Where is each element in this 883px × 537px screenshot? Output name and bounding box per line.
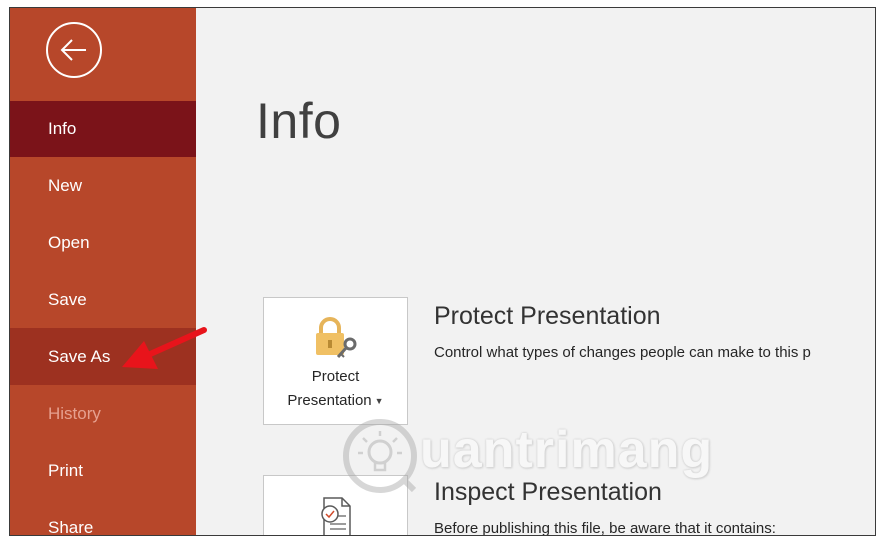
protect-presentation-description: Control what types of changes people can… <box>434 344 811 361</box>
inspect-presentation-title: Inspect Presentation <box>434 478 662 506</box>
protect-presentation-title: Protect Presentation <box>434 302 661 330</box>
backstage-nav: Info New Open Save Save As History Print… <box>10 101 196 535</box>
nav-item-info[interactable]: Info <box>10 101 196 157</box>
nav-item-save[interactable]: Save <box>10 271 196 328</box>
protect-label-line1: Protect <box>311 368 360 385</box>
nav-item-new[interactable]: New <box>10 157 196 214</box>
nav-item-share[interactable]: Share <box>10 499 196 535</box>
inspect-presentation-button[interactable] <box>263 475 408 535</box>
nav-item-open[interactable]: Open <box>10 214 196 271</box>
protect-label-line2-text: Presentation <box>287 392 372 409</box>
info-panel: Info Protect Presentation ▼ Protect Prese… <box>196 8 875 535</box>
backstage-sidebar: Info New Open Save Save As History Print… <box>10 8 196 535</box>
protect-label-line2: Presentation ▼ <box>264 389 407 413</box>
page-title: Info <box>256 93 342 149</box>
back-arrow-icon <box>60 39 86 61</box>
inspect-presentation-description: Before publishing this file, be aware th… <box>434 520 776 536</box>
lock-key-icon <box>316 317 357 358</box>
nav-item-print[interactable]: Print <box>10 442 196 499</box>
back-button[interactable] <box>46 22 102 78</box>
backstage-window: Info New Open Save Save As History Print… <box>9 7 876 536</box>
inspect-document-icon <box>321 497 351 535</box>
nav-item-history: History <box>48 404 101 423</box>
protect-presentation-button[interactable]: Protect Presentation ▼ <box>263 297 408 425</box>
protect-presentation-label: Protect Presentation ▼ <box>264 365 407 413</box>
dropdown-caret-icon: ▼ <box>374 396 384 407</box>
